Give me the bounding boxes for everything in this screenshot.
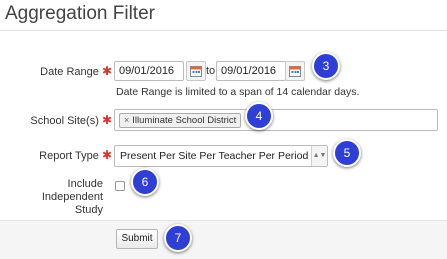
end-date-value: 09/01/2016 [221, 65, 277, 77]
page-title: Aggregation Filter [5, 3, 155, 24]
report-type-selected: Present Per Site Per Teacher Per Period [120, 150, 309, 162]
callout-7: 7 [164, 224, 192, 252]
callout-4: 4 [245, 102, 273, 130]
school-sites-label: School Site(s) ✱ [20, 114, 112, 128]
report-type-label-text: Report Type [39, 150, 99, 162]
date-range-label-text: Date Range [40, 66, 99, 78]
start-date-value: 09/01/2016 [119, 65, 175, 77]
end-date-input[interactable]: 09/01/2016 [216, 61, 286, 81]
independent-study-label-line2: Study [74, 204, 103, 216]
required-marker: ✱ [101, 113, 112, 127]
required-marker: ✱ [101, 64, 112, 78]
school-site-chip: × Illuminate School District [119, 113, 242, 128]
calendar-icon [190, 66, 202, 77]
date-range-to: to [206, 65, 216, 77]
report-type-label: Report Type ✱ [20, 149, 112, 163]
required-marker: ✱ [101, 148, 112, 162]
independent-study-label: Include Independent Study [5, 178, 103, 217]
independent-study-checkbox[interactable] [115, 181, 125, 191]
submit-button[interactable]: Submit [116, 229, 158, 249]
school-sites-label-text: School Site(s) [30, 115, 99, 127]
chip-remove-icon[interactable]: × [124, 115, 129, 125]
title-divider [0, 30, 447, 31]
date-range-help: Date Range is limited to a span of 14 ca… [116, 86, 360, 98]
form-footer [0, 220, 447, 259]
select-arrows-icon: ▲▼ [311, 146, 327, 166]
callout-6: 6 [131, 168, 159, 196]
school-sites-multiselect[interactable]: × Illuminate School District [114, 109, 438, 131]
report-type-select[interactable]: Present Per Site Per Teacher Per Period … [114, 145, 328, 167]
callout-3: 3 [312, 52, 340, 80]
independent-study-label-line1: Include Independent [41, 178, 103, 203]
calendar-icon [289, 66, 301, 77]
callout-5: 5 [333, 139, 361, 167]
school-site-chip-label: Illuminate School District [132, 115, 237, 126]
start-calendar-button[interactable] [186, 61, 206, 81]
start-date-input[interactable]: 09/01/2016 [114, 61, 184, 81]
end-calendar-button[interactable] [285, 61, 305, 81]
date-range-label: Date Range ✱ [40, 65, 112, 79]
